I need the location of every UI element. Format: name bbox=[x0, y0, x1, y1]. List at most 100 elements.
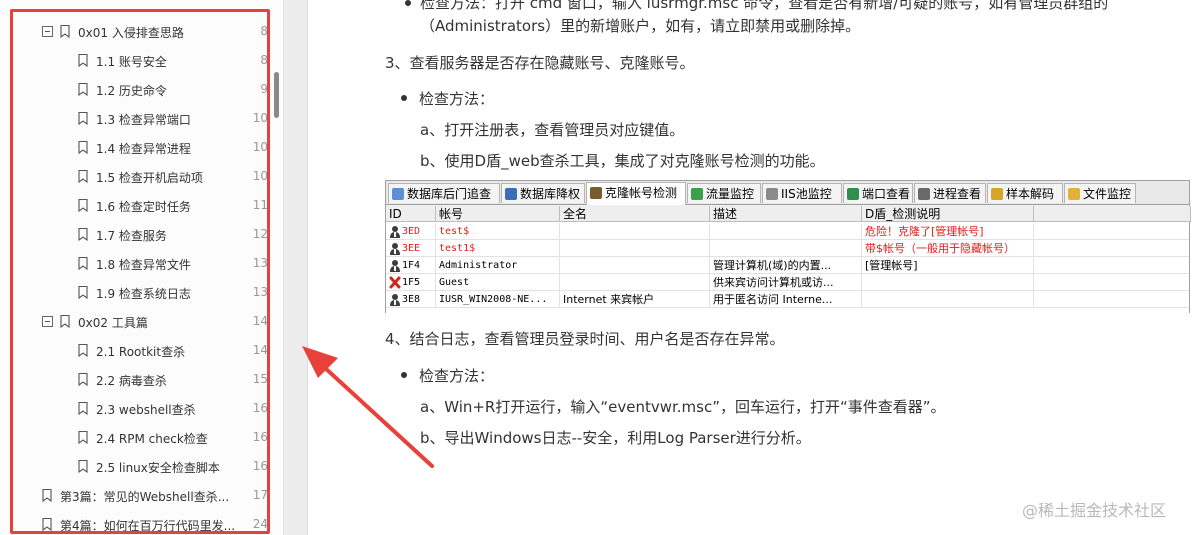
outline-item-page-number: 8 bbox=[260, 24, 268, 38]
table-row[interactable]: 1F4 Administrator 管理计算机(域)的内置... [管理帐号] bbox=[386, 257, 1189, 274]
tool-tab[interactable]: 克隆帐号检测 bbox=[586, 182, 686, 205]
step-heading-4: 4、结合日志，查看管理员登录时间、用户名是否存在异常。 bbox=[385, 330, 785, 348]
outline-item-page-number: 10 bbox=[252, 169, 268, 183]
outline-item[interactable]: 1.8 检查异常文件 13 bbox=[12, 249, 270, 278]
doc-text-line: （Administrators）里的新增账户，如有，请立即禁用或删除掉。 bbox=[420, 17, 861, 35]
traffic-icon bbox=[691, 188, 703, 200]
watermark: @稀土掘金技术社区 bbox=[1022, 501, 1167, 520]
db-search-icon bbox=[392, 188, 404, 200]
pdf-reader-window: 0x01 入侵排查思路 8 1.1 账号安全 8 1.2 历史命令 9 1.3 检查异常端口… bbox=[0, 0, 1199, 535]
tool-tab[interactable]: 端口查看 bbox=[843, 183, 913, 203]
outline-item[interactable]: 1.4 检查异常进程 10 bbox=[12, 133, 270, 162]
grid-cell-desc: 供来宾访问计算机或访... bbox=[710, 274, 862, 291]
tool-tab[interactable]: 数据库降权 bbox=[501, 183, 585, 203]
outline-item[interactable]: 1.7 检查服务 12 bbox=[12, 220, 270, 249]
table-row[interactable]: 1F5 Guest 供来宾访问计算机或访... bbox=[386, 274, 1189, 291]
outline-item[interactable]: 1.1 账号安全 8 bbox=[12, 46, 270, 75]
outline-item[interactable]: 2.5 linux安全检查脚本 16 bbox=[12, 452, 270, 481]
outline-item[interactable]: 2.4 RPM check检查 16 bbox=[12, 423, 270, 452]
outline-item[interactable]: 1.9 检查系统日志 13 bbox=[12, 278, 270, 307]
tool-tab-label: 流量监控 bbox=[706, 187, 755, 201]
grid-cell-account: test1$ bbox=[436, 240, 560, 257]
tool-tab[interactable]: IIS池监控 bbox=[762, 183, 842, 203]
outline-item-page-number: 14 bbox=[252, 314, 268, 328]
collapse-toggle-icon[interactable] bbox=[42, 316, 53, 327]
outline-item-label: 1.4 检查异常进程 bbox=[96, 142, 191, 156]
grid-column-header-empty bbox=[1034, 206, 1191, 222]
step-substep: b、使用D盾_web查杀工具，集成了对克隆账号检测的功能。 bbox=[420, 152, 825, 170]
grid-cell-fullname bbox=[560, 240, 710, 257]
tool-tab-label: 数据库后门追查 bbox=[407, 187, 492, 201]
outline-item[interactable]: 1.2 历史命令 9 bbox=[12, 75, 270, 104]
outline-item-label: 1.1 账号安全 bbox=[96, 55, 167, 69]
bookmark-icon bbox=[78, 401, 88, 416]
table-row[interactable]: 3EE test1$ 带$帐号（一般用于隐藏帐号） bbox=[386, 240, 1189, 257]
tool-tab-label: IIS池监控 bbox=[781, 187, 832, 201]
table-row[interactable]: 3E8 IUSR_WIN2008-NE... Internet 来宾帐户 用于匿名访问… bbox=[386, 291, 1189, 308]
port-icon bbox=[847, 188, 859, 200]
bookmark-icon bbox=[78, 198, 88, 213]
tool-tab[interactable]: 数据库后门追查 bbox=[388, 183, 500, 203]
outline-item-label: 1.2 历史命令 bbox=[96, 84, 167, 98]
outline-item-page-number: 13 bbox=[252, 256, 268, 270]
outline-item-page-number: 9 bbox=[260, 82, 268, 96]
tool-tab-label: 克隆帐号检测 bbox=[605, 186, 678, 200]
outline-item-label: 1.6 检查定时任务 bbox=[96, 200, 191, 214]
bookmark-icon bbox=[78, 459, 88, 474]
tool-tab[interactable]: 流量监控 bbox=[687, 183, 761, 203]
outline-item[interactable]: 2.3 webshell查杀 16 bbox=[12, 394, 270, 423]
collapse-toggle-icon[interactable] bbox=[42, 26, 53, 37]
outline-item-page-number: 8 bbox=[260, 53, 268, 67]
grid-cell-desc bbox=[710, 240, 862, 257]
outline-item[interactable]: 1.6 检查定时任务 11 bbox=[12, 191, 270, 220]
bookmark-icon bbox=[78, 372, 88, 387]
step-substep: a、打开注册表，查看管理员对应键值。 bbox=[420, 121, 685, 139]
grid-column-header[interactable]: 帐号 bbox=[436, 206, 560, 222]
grid-column-header[interactable]: ID bbox=[386, 206, 436, 222]
grid-cell-fullname bbox=[560, 274, 710, 291]
tool-tab[interactable]: 样本解码 bbox=[987, 183, 1063, 203]
outline-item-page-number: 16 bbox=[252, 401, 268, 415]
bookmark-icon bbox=[78, 140, 88, 155]
outline-item[interactable]: 0x01 入侵排查思路 8 bbox=[12, 17, 270, 46]
grid-cell-id: 3ED bbox=[386, 223, 436, 240]
folder-icon bbox=[1068, 188, 1080, 200]
iis-icon bbox=[766, 188, 778, 200]
outline-item[interactable]: 第4篇：如何在百万行代码里发... 24 bbox=[12, 510, 270, 535]
outline-item-page-number: 10 bbox=[252, 111, 268, 125]
grid-cell-id: 3E8 bbox=[386, 291, 436, 308]
outline-item-label: 1.7 检查服务 bbox=[96, 229, 167, 243]
bookmark-icon bbox=[78, 82, 88, 97]
user-clone-icon bbox=[590, 187, 602, 199]
outline-item[interactable]: 2.2 病毒查杀 15 bbox=[12, 365, 270, 394]
grid-cell-note: 危险！克隆了[管理帐号] bbox=[862, 223, 1034, 240]
outline-item[interactable]: 2.1 Rootkit查杀 14 bbox=[12, 336, 270, 365]
tool-tab-label: 样本解码 bbox=[1006, 187, 1055, 201]
outline-item-page-number: 17 bbox=[252, 488, 268, 502]
outline-item[interactable]: 0x02 工具篇 14 bbox=[12, 307, 270, 336]
grid-column-header[interactable]: D盾_检测说明 bbox=[862, 206, 1034, 222]
panel-splitter[interactable] bbox=[284, 0, 308, 535]
grid-cell-account: IUSR_WIN2008-NE... bbox=[436, 291, 560, 308]
grid-cell-note bbox=[862, 274, 1034, 291]
outline-item-page-number: 14 bbox=[252, 343, 268, 357]
bookmark-icon bbox=[78, 285, 88, 300]
bullet-icon bbox=[401, 95, 407, 101]
outline-item[interactable]: 1.5 检查开机启动项 10 bbox=[12, 162, 270, 191]
db-lower-icon bbox=[505, 188, 517, 200]
grid-cell-fullname: Internet 来宾帐户 bbox=[560, 291, 710, 308]
grid-column-header[interactable]: 描述 bbox=[710, 206, 862, 222]
tool-tab[interactable]: 进程查看 bbox=[914, 183, 986, 203]
grid-column-header[interactable]: 全名 bbox=[560, 206, 710, 222]
bookmark-icon bbox=[78, 227, 88, 242]
outline-item[interactable]: 第3篇：常见的Webshell查杀... 17 bbox=[12, 481, 270, 510]
outline-item-page-number: 10 bbox=[252, 140, 268, 154]
outline-scrollbar-thumb[interactable] bbox=[274, 72, 279, 118]
outline-item[interactable]: 1.3 检查异常端口 10 bbox=[12, 104, 270, 133]
outline-item-page-number: 15 bbox=[252, 372, 268, 386]
tool-tab[interactable]: 文件监控 bbox=[1064, 183, 1136, 203]
outline-item-label: 1.5 检查开机启动项 bbox=[96, 171, 203, 185]
grid-cell-fullname bbox=[560, 257, 710, 274]
table-row[interactable]: 3ED test$ 危险！克隆了[管理帐号] bbox=[386, 223, 1189, 240]
outline-item-label: 第4篇：如何在百万行代码里发... bbox=[60, 519, 236, 533]
